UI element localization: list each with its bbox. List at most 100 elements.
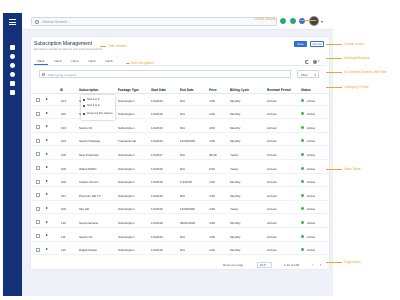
expand-arrow-icon[interactable] bbox=[46, 193, 48, 196]
table-search-input[interactable]: Start typing to search bbox=[39, 70, 291, 78]
col-status[interactable]: Status bbox=[301, 88, 311, 92]
chevron-down-icon[interactable]: ▾ bbox=[321, 19, 323, 24]
tab-nav2[interactable]: Nav2 bbox=[51, 58, 65, 65]
table-row[interactable]: 105 New Preferred Subscription 1/1/2017 N/A 3… bbox=[31, 149, 329, 160]
cell-id: 111 bbox=[61, 234, 66, 239]
col-price[interactable]: Price bbox=[209, 88, 217, 92]
row-checkbox[interactable] bbox=[36, 206, 40, 211]
cell-start: 1/1/2019 bbox=[151, 112, 163, 117]
col-id[interactable]: ID bbox=[60, 88, 63, 92]
row-checkbox[interactable] bbox=[36, 111, 40, 116]
tab-nav4[interactable]: Nav4 bbox=[85, 58, 99, 65]
cell-type: Subscription bbox=[118, 220, 135, 225]
cancel-button[interactable]: Cancel bbox=[310, 41, 324, 47]
row-checkbox[interactable] bbox=[36, 138, 40, 143]
global-search-input[interactable]: Global Search... bbox=[31, 17, 277, 26]
table-row[interactable]: 104 Sports Package Transactional 1/1/2019 12… bbox=[31, 136, 329, 147]
cell-name: Digital Starter bbox=[79, 248, 98, 253]
cell-id: 109 bbox=[61, 207, 67, 212]
table-row[interactable]: 106 Classic All Acc Subscription 1/1/2019 1/… bbox=[31, 177, 329, 188]
avatar[interactable] bbox=[309, 16, 319, 26]
filter-label: Filter bbox=[301, 72, 308, 77]
bell-icon[interactable] bbox=[280, 18, 286, 24]
col-renewal-period[interactable]: Renewal Period bbox=[267, 88, 291, 92]
bar-chart-icon[interactable] bbox=[10, 90, 15, 95]
col-start-date[interactable]: Start Date bbox=[151, 88, 166, 92]
cell-type: Subscription bbox=[118, 166, 135, 171]
annotation-line bbox=[300, 20, 316, 21]
menu-item-sort-a-z[interactable]: Sort A to Z bbox=[87, 98, 100, 101]
row-checkbox[interactable] bbox=[36, 125, 40, 130]
menu-item-sort-z-a[interactable]: Sort Z to A bbox=[87, 104, 100, 107]
expand-arrow-icon[interactable] bbox=[46, 207, 48, 210]
expand-arrow-icon[interactable] bbox=[46, 139, 48, 142]
table-row[interactable]: 113 Digital Starter Subscription 1/1/2019 N/… bbox=[31, 245, 329, 256]
table-row[interactable]: 102Sports ChSubscription1/1/2019N/A4.99M… bbox=[31, 109, 329, 120]
annotation-category-fields: Category Fields bbox=[344, 84, 369, 89]
row-checkbox[interactable] bbox=[36, 179, 40, 184]
row-checkbox[interactable] bbox=[36, 193, 40, 198]
cell-type: Subscription bbox=[118, 125, 135, 130]
tab-nav3[interactable]: Nav3 bbox=[68, 58, 82, 65]
refresh-icon[interactable] bbox=[305, 60, 309, 64]
expand-arrow-icon[interactable] bbox=[46, 111, 48, 114]
expand-arrow-icon[interactable] bbox=[46, 234, 48, 237]
expand-arrow-icon[interactable] bbox=[46, 152, 48, 155]
grid-icon[interactable] bbox=[10, 45, 15, 50]
tab-nav5[interactable]: Nav5 bbox=[102, 58, 116, 65]
table-row[interactable]: 109 Sky HD Subscription 1/1/2019 12/30/2020 4… bbox=[31, 204, 329, 215]
chevron-right-icon[interactable]: › bbox=[320, 262, 321, 267]
save-button[interactable]: Save bbox=[294, 41, 307, 47]
row-checkbox[interactable] bbox=[36, 234, 40, 238]
gear-chevron-down-icon[interactable]: ▾ bbox=[318, 59, 320, 63]
user-icon[interactable] bbox=[10, 54, 15, 59]
row-checkbox[interactable] bbox=[36, 220, 40, 225]
col-package-type[interactable]: Package Type bbox=[118, 88, 139, 92]
expand-arrow-icon[interactable] bbox=[46, 166, 48, 169]
table-row[interactable]: 103 Sports Ch Subscription 1/1/2019 N/A 4.99 M… bbox=[31, 122, 329, 133]
table-row[interactable]: 106 Watch ESPN Subscription 1/1/2019 N/A 9.99… bbox=[31, 163, 329, 174]
table-row[interactable]: 107 Premium HD TV Subscription 1/1/2019 N/A 4… bbox=[31, 190, 329, 201]
gear-icon[interactable] bbox=[313, 60, 317, 64]
row-checkbox[interactable] bbox=[36, 98, 40, 102]
status-dot-icon bbox=[301, 166, 304, 170]
row-checkbox[interactable] bbox=[36, 152, 40, 157]
cell-type: Subscription bbox=[118, 207, 135, 212]
notification-icon[interactable] bbox=[299, 18, 305, 24]
expand-arrow-icon[interactable] bbox=[46, 220, 48, 223]
expand-arrow-icon[interactable] bbox=[46, 125, 48, 128]
cell-name: Sports Enterta bbox=[79, 220, 99, 225]
row-checkbox[interactable] bbox=[36, 166, 40, 170]
filter-dropdown[interactable]: Filter ▾ bbox=[297, 70, 319, 78]
annotation-title-header: Title Header bbox=[108, 43, 127, 48]
message-icon[interactable] bbox=[290, 18, 296, 24]
expand-arrow-icon[interactable] bbox=[46, 98, 48, 101]
col-end-date[interactable]: End Date bbox=[180, 88, 194, 92]
plus-icon[interactable] bbox=[10, 63, 15, 68]
table-row[interactable]: 110 Sports Enterta Subscription 1/1/2019 09/… bbox=[31, 217, 329, 228]
status-dot-icon bbox=[301, 139, 304, 143]
table-row[interactable]: 111 Sports Ch Subscription 1/1/2019 N/A 4.99 M… bbox=[31, 231, 329, 242]
col-billing-cycle[interactable]: Billing Cycle bbox=[230, 88, 249, 92]
cell-id: 106 bbox=[61, 166, 67, 171]
menu-item-group-by[interactable]: Group by this column bbox=[87, 112, 112, 115]
expand-arrow-icon[interactable] bbox=[46, 179, 48, 182]
page-title: Subscription Management bbox=[34, 41, 93, 47]
table-row[interactable]: 101Sports ChSubscription1/1/2019N/A4.99M… bbox=[31, 95, 329, 106]
settings-icon[interactable] bbox=[10, 72, 15, 77]
share-icon[interactable] bbox=[10, 81, 15, 86]
tab-nav1[interactable]: Nav1 bbox=[34, 58, 48, 65]
global-search-placeholder: Global Search... bbox=[42, 19, 71, 24]
menu-icon[interactable] bbox=[9, 19, 16, 25]
col-subscription[interactable]: Subscription bbox=[79, 88, 98, 92]
page-range: 1-10 of 100 bbox=[284, 262, 300, 267]
status-dot-icon bbox=[301, 234, 304, 238]
cell-cycle: Monthly bbox=[230, 180, 241, 185]
cell-id: 102 bbox=[61, 112, 67, 117]
annotation-line bbox=[326, 58, 342, 59]
rows-per-page-select[interactable]: 10 ▾ bbox=[257, 261, 272, 268]
status-dot-icon bbox=[301, 180, 304, 184]
row-checkbox[interactable] bbox=[36, 247, 40, 252]
expand-arrow-icon[interactable] bbox=[46, 247, 48, 250]
chevron-left-icon[interactable]: ‹ bbox=[312, 262, 313, 267]
